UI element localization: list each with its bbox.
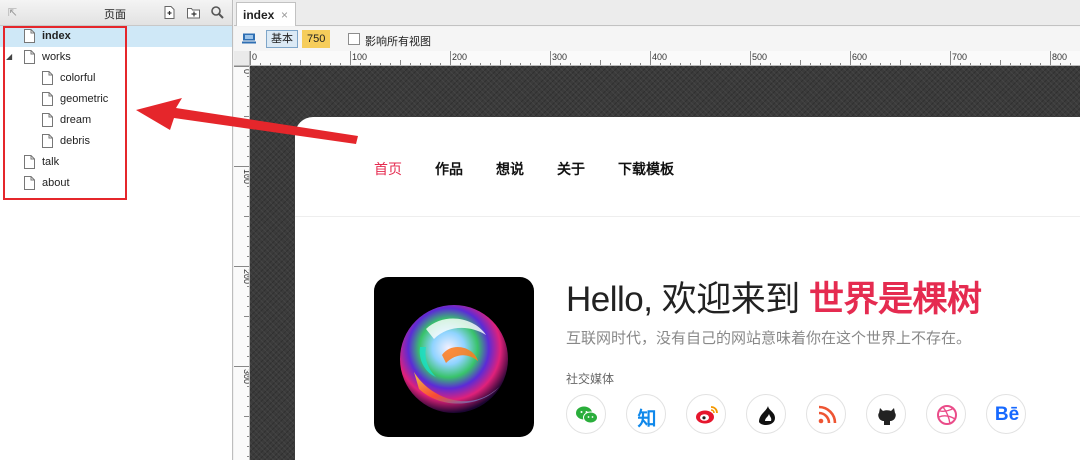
view-base-button[interactable]: 基本 <box>266 30 298 48</box>
site-nav: 首页 作品 想说 关于 下载模板 <box>295 117 1080 217</box>
ruler-label: 600 <box>852 52 867 62</box>
hero-title: Hello, 欢迎来到 世界是棵树 <box>566 271 982 322</box>
behance-icon: Bē <box>994 404 1020 425</box>
tab-bar: index × <box>234 0 1080 26</box>
horizontal-ruler-ticks: 0 100 200 300 400 500 600 700 800 <box>250 51 1071 65</box>
dribbble-button[interactable] <box>926 394 966 434</box>
rss-button[interactable] <box>806 394 846 434</box>
close-tab-icon[interactable]: × <box>281 8 288 22</box>
social-media-label: 社交媒体 <box>566 372 615 386</box>
flame-button[interactable] <box>746 394 786 434</box>
tab-label: index <box>243 8 275 22</box>
ruler-label: 800 <box>1052 52 1067 62</box>
rss-icon <box>818 405 837 424</box>
weibo-icon <box>696 406 718 424</box>
horizontal-ruler[interactable]: 0 100 200 300 400 500 600 700 800 <box>250 51 1080 66</box>
nav-works[interactable]: 作品 <box>435 159 463 179</box>
github-icon <box>878 408 896 425</box>
pages-panel-title: 页面 <box>104 9 126 21</box>
pages-panel-header: ⇱ 页面 <box>0 0 232 26</box>
editor-area: index × 基本 750 影响所有视图 0 100 200 300 400 <box>234 0 1080 460</box>
nav-talk[interactable]: 想说 <box>496 159 524 179</box>
ruler-label: 200 <box>452 52 467 62</box>
website-page-mockup[interactable]: 首页 作品 想说 关于 下载模板 Hello, 欢迎来到 世界是棵树 互联网时代… <box>295 117 1080 460</box>
flame-icon <box>759 406 775 425</box>
affect-all-views-label: 影响所有视图 <box>365 36 431 48</box>
ruler-label: 0 <box>242 69 250 74</box>
github-button[interactable] <box>866 394 906 434</box>
annotation-highlight-box <box>3 26 127 200</box>
dribbble-icon <box>937 405 957 425</box>
hero-title-accent: 世界是棵树 <box>808 280 982 319</box>
ruler-corner <box>234 51 250 66</box>
hero-subtitle: 互联网时代，没有自己的网站意味着你在这个世界上不存在。 <box>566 330 972 347</box>
ruler-label: 700 <box>952 52 967 62</box>
affect-all-views-checkbox[interactable] <box>348 33 360 45</box>
nav-home[interactable]: 首页 <box>374 159 402 179</box>
prototype-editor-window: ⇱ 页面 index ◢ works colorful geometric dr… <box>0 0 1080 460</box>
adaptive-view-toolbar: 基本 750 影响所有视图 <box>234 27 1080 51</box>
behance-button[interactable]: Bē <box>986 394 1026 434</box>
hero-artwork-image <box>374 277 534 437</box>
view-750-button[interactable]: 750 <box>302 30 331 48</box>
nav-about[interactable]: 关于 <box>557 159 585 179</box>
zhihu-icon: 知 <box>637 409 657 430</box>
wechat-icon <box>576 406 598 424</box>
ruler-label: 100 <box>352 52 367 62</box>
zhihu-button[interactable]: 知 <box>626 394 666 434</box>
search-icon[interactable] <box>210 5 225 20</box>
hero-title-prefix: Hello, 欢迎来到 <box>566 280 809 319</box>
ruler-label: 300 <box>552 52 567 62</box>
collapse-panel-icon[interactable]: ⇱ <box>8 6 17 19</box>
wechat-button[interactable] <box>566 394 606 434</box>
tab-index[interactable]: index × <box>236 2 296 26</box>
add-folder-icon[interactable] <box>186 5 201 20</box>
add-page-icon[interactable] <box>162 5 177 20</box>
ruler-label: 0 <box>252 52 257 62</box>
ruler-label: 500 <box>752 52 767 62</box>
annotation-arrow <box>136 98 358 144</box>
adaptive-views-icon[interactable] <box>242 33 258 45</box>
ruler-label: 400 <box>652 52 667 62</box>
nav-download-template[interactable]: 下载模板 <box>618 159 674 179</box>
weibo-button[interactable] <box>686 394 726 434</box>
design-canvas[interactable]: 首页 作品 想说 关于 下载模板 Hello, 欢迎来到 世界是棵树 互联网时代… <box>250 66 1080 460</box>
